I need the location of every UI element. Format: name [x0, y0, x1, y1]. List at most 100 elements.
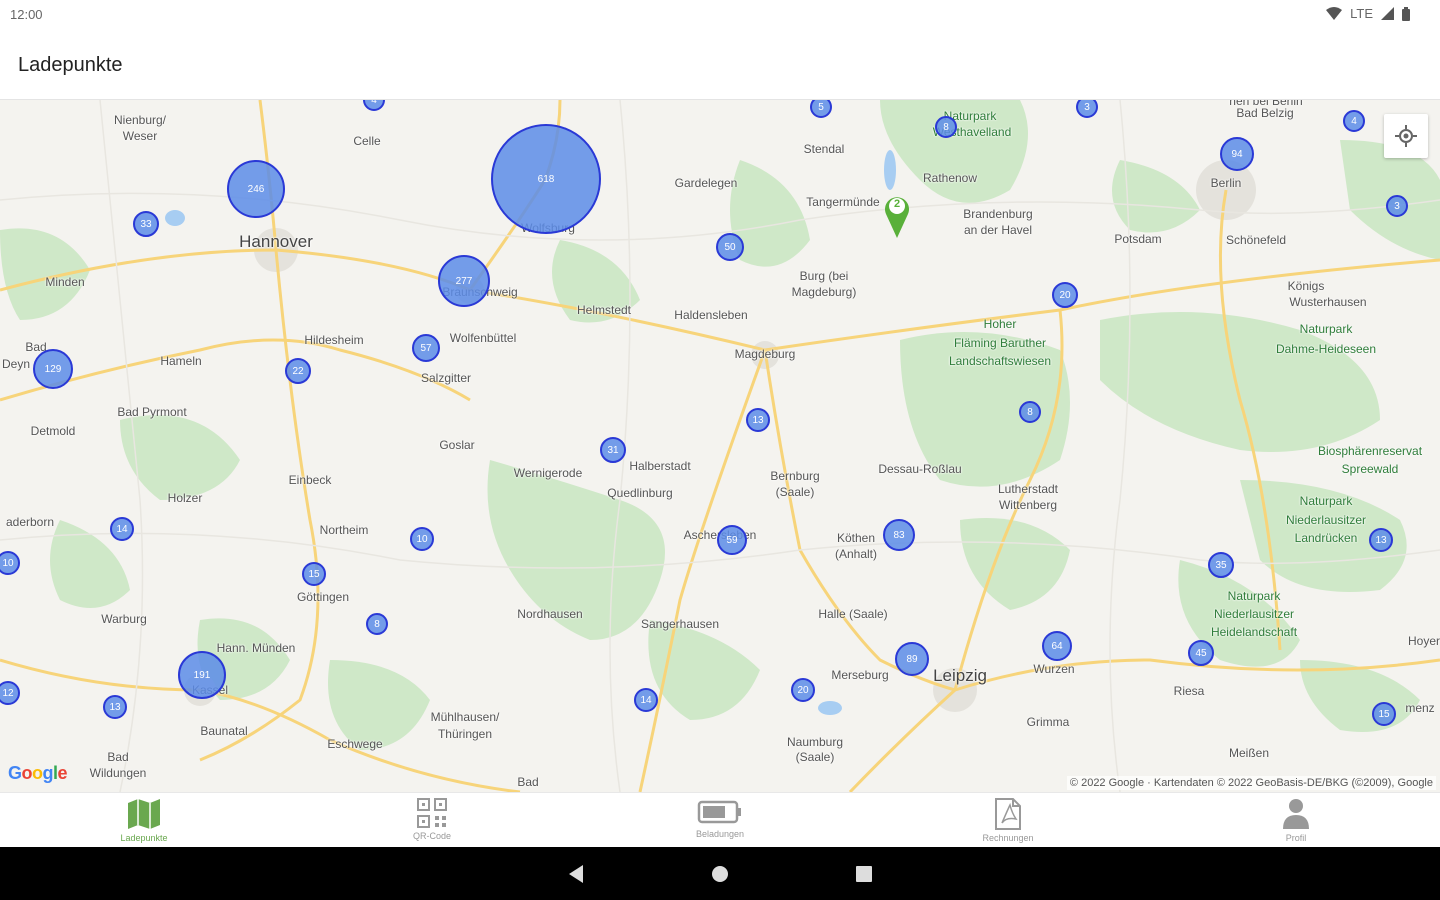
park-label: Naturpark: [1227, 589, 1281, 603]
city-label: Burg (bei: [799, 269, 849, 283]
nav-item-profil[interactable]: Profil: [1152, 793, 1440, 847]
city-label: Wittenberg: [998, 498, 1058, 512]
charging-cluster[interactable]: 14: [110, 517, 134, 541]
signal-icon: [1381, 7, 1394, 20]
charging-cluster[interactable]: 129: [33, 349, 73, 389]
system-navigation-bar: [0, 847, 1440, 900]
charging-cluster[interactable]: 618: [491, 124, 601, 234]
city-label: Mühlhausen/: [430, 710, 500, 724]
city-label: (Anhalt): [834, 547, 878, 561]
charging-cluster[interactable]: 14: [634, 688, 658, 712]
city-label: Sangerhausen: [640, 617, 720, 631]
recents-square-icon: [856, 865, 872, 882]
city-label: Grimma: [1026, 715, 1070, 729]
status-icons: LTE: [1326, 6, 1410, 21]
nav-item-rechnungen[interactable]: Rechnungen: [864, 793, 1152, 847]
charging-point-marker[interactable]: 2: [881, 192, 913, 240]
city-label: Bad: [107, 750, 129, 764]
city-label: Brandenburg: [963, 207, 1033, 221]
park-label: Spreewald: [1341, 462, 1399, 476]
charging-cluster[interactable]: 22: [285, 358, 311, 384]
city-label: Celle: [353, 134, 381, 148]
charging-cluster[interactable]: 13: [746, 408, 770, 432]
qr-code-icon: [417, 798, 447, 828]
charging-cluster[interactable]: 191: [178, 651, 226, 699]
charging-cluster[interactable]: 20: [791, 678, 815, 702]
city-label: Berlin: [1210, 176, 1242, 190]
map-copyright[interactable]: © 2022 Google · Kartendaten © 2022 GeoBa…: [1066, 776, 1436, 790]
nav-label: Rechnungen: [982, 833, 1034, 843]
city-label: Halle (Saale): [818, 607, 888, 621]
charging-cluster[interactable]: 83: [883, 519, 915, 551]
city-label: Stendal: [803, 142, 845, 156]
city-label: Bernburg: [770, 469, 820, 483]
city-label: Einbeck: [288, 473, 332, 487]
charging-cluster[interactable]: 246: [227, 160, 285, 218]
marker-count: 2: [893, 198, 901, 210]
city-label: (Saale): [775, 485, 815, 499]
back-triangle-icon: [569, 864, 583, 883]
park-label: Biosphärenreservat: [1317, 444, 1423, 458]
city-label: aderborn: [5, 515, 55, 529]
city-label: Meißen: [1228, 746, 1270, 760]
park-label: Landrücken: [1294, 531, 1358, 545]
home-button[interactable]: [708, 862, 732, 886]
charging-cluster[interactable]: 277: [438, 255, 490, 307]
city-label: Detmold: [30, 424, 76, 438]
charging-cluster[interactable]: 13: [1369, 528, 1393, 552]
nav-item-qr-code[interactable]: QR-Code: [288, 793, 576, 847]
city-label: Rathenow: [922, 171, 978, 185]
charging-cluster[interactable]: 64: [1042, 631, 1072, 661]
charging-cluster[interactable]: 20: [1052, 282, 1078, 308]
charging-cluster[interactable]: 15: [302, 562, 326, 586]
city-label: Bad Belzig: [1236, 106, 1294, 120]
charging-cluster[interactable]: 8: [935, 116, 957, 138]
my-location-button[interactable]: [1384, 114, 1428, 158]
city-label: Bad: [517, 775, 539, 789]
city-label: Hoyer: [1407, 634, 1440, 648]
map-view[interactable]: Nienburg/ Weser Celle Hannover Minden Hi…: [0, 100, 1440, 792]
network-type: LTE: [1350, 6, 1373, 21]
city-label: Göttingen: [296, 590, 350, 604]
city-label: Holzer: [167, 491, 203, 505]
city-label: menz: [1405, 701, 1435, 715]
charging-cluster[interactable]: 33: [133, 211, 159, 237]
park-label: Hoher: [983, 317, 1017, 331]
charging-cluster[interactable]: 8: [1019, 401, 1041, 423]
nav-item-ladepunkte[interactable]: Ladepunkte: [0, 793, 288, 847]
city-label: Bad Pyrmont: [117, 405, 187, 419]
charging-cluster[interactable]: 45: [1188, 640, 1214, 666]
city-label: Wusterhausen: [1289, 295, 1367, 309]
city-label: Warburg: [101, 612, 147, 626]
city-label: Wildungen: [89, 766, 147, 780]
charging-cluster[interactable]: 3: [1386, 195, 1408, 217]
city-label: Gardelegen: [674, 176, 738, 190]
charging-cluster[interactable]: 8: [366, 613, 388, 635]
charging-cluster[interactable]: 31: [600, 437, 626, 463]
city-label: Tangermünde: [806, 195, 880, 209]
charging-cluster[interactable]: 94: [1220, 137, 1254, 171]
page-title: Ladepunkte: [18, 54, 123, 76]
charging-cluster[interactable]: 10: [410, 527, 434, 551]
charging-cluster[interactable]: 4: [1343, 110, 1365, 132]
city-label: Wolfenbüttel: [449, 331, 517, 345]
charging-cluster[interactable]: 89: [895, 642, 929, 676]
park-label: Naturpark: [1299, 322, 1353, 336]
city-label: Dessau-Roßlau: [878, 462, 962, 476]
charging-cluster[interactable]: 57: [412, 334, 440, 362]
back-button[interactable]: [564, 862, 588, 886]
park-label: Fläming Baruther: [953, 336, 1047, 350]
city-label: Halberstadt: [629, 459, 691, 473]
charging-cluster[interactable]: 50: [716, 233, 744, 261]
city-label: Wernigerode: [513, 466, 583, 480]
charging-cluster[interactable]: 13: [103, 695, 127, 719]
nav-label: Ladepunkte: [120, 833, 168, 843]
app-bar: Ladepunkte: [0, 30, 1440, 100]
charging-cluster[interactable]: 35: [1208, 552, 1234, 578]
city-label: Hameln: [160, 354, 202, 368]
recents-button[interactable]: [852, 862, 876, 886]
battery-icon: [697, 800, 741, 824]
charging-cluster[interactable]: 15: [1372, 702, 1396, 726]
nav-item-beladungen[interactable]: Beladungen: [576, 793, 864, 847]
charging-cluster[interactable]: 59: [717, 525, 747, 555]
